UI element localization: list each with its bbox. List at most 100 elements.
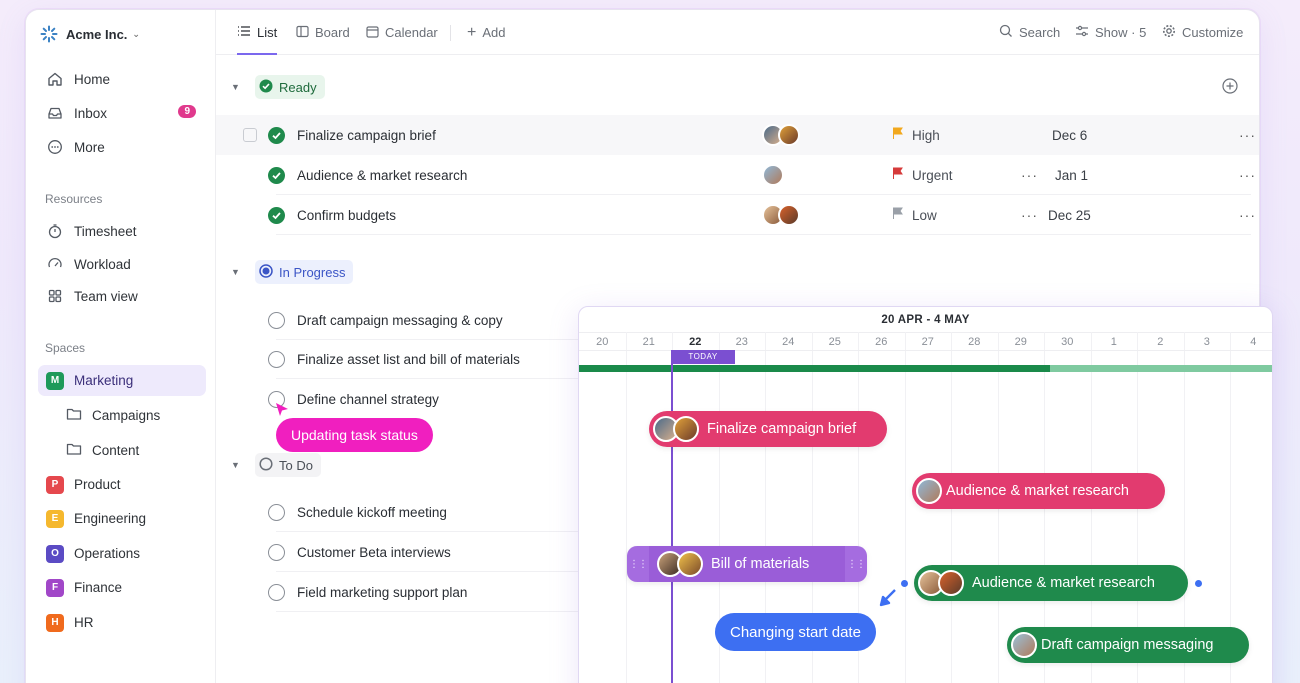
status-open-icon[interactable]: [268, 543, 285, 561]
status-label: In Progress: [279, 264, 346, 280]
status-done-icon[interactable]: [268, 126, 285, 144]
calendar-icon: [366, 25, 379, 41]
drag-handle-icon[interactable]: ⋮⋮: [845, 559, 867, 570]
sidebar-item-workload[interactable]: Workload: [38, 249, 206, 279]
space-avatar: P: [46, 475, 64, 494]
gantt-progress-fill: [579, 365, 1051, 372]
due-date[interactable]: Dec 6: [1052, 128, 1087, 143]
priority[interactable]: Low: [892, 207, 937, 223]
gantt-day-label: 4: [1250, 336, 1257, 348]
gantt-bar[interactable]: Draft campaign messaging: [1007, 627, 1249, 663]
sidebar-item-inbox[interactable]: Inbox 9: [38, 98, 206, 128]
space-avatar: O: [46, 544, 64, 563]
today-marker-line: [671, 350, 673, 683]
sidebar-item-more[interactable]: More: [38, 132, 206, 162]
more-options-icon[interactable]: ···: [1021, 207, 1038, 223]
assignees[interactable]: [762, 124, 800, 146]
gear-icon: [1162, 24, 1176, 41]
gantt-bar[interactable]: Audience & market research: [912, 473, 1165, 509]
task-name[interactable]: Finalize campaign brief: [297, 128, 436, 143]
folder-campaigns[interactable]: Campaigns: [66, 401, 160, 429]
add-task-icon[interactable]: [1222, 78, 1238, 99]
tab-board[interactable]: Board: [296, 10, 350, 55]
tab-calendar[interactable]: Calendar: [366, 10, 438, 55]
status-open-icon[interactable]: [268, 350, 285, 368]
resize-handle-left[interactable]: [901, 580, 908, 587]
gantt-bar[interactable]: Audience & market research: [914, 565, 1188, 601]
status-done-icon[interactable]: [268, 206, 285, 224]
sidebar-item-label: Timesheet: [74, 223, 137, 239]
gantt-bar[interactable]: Finalize campaign brief: [649, 411, 887, 447]
task-name[interactable]: Schedule kickoff meeting: [297, 505, 447, 520]
gantt-bar-dragging[interactable]: ⋮⋮ Bill of materials ⋮⋮: [627, 546, 867, 582]
task-name[interactable]: Draft campaign messaging & copy: [297, 313, 503, 328]
task-name[interactable]: Finalize asset list and bill of material…: [297, 352, 520, 367]
workspace-switcher[interactable]: Acme Inc. ⌄: [40, 24, 140, 44]
more-options-icon[interactable]: ···: [1021, 167, 1038, 183]
search-button[interactable]: Search: [999, 10, 1060, 55]
space-hr[interactable]: H HR: [38, 607, 206, 638]
task-row[interactable]: Finalize campaign brief High Dec 6 ···: [216, 115, 1259, 155]
task-row[interactable]: Confirm budgets Low ··· Dec 25 ···: [216, 195, 1259, 235]
task-name[interactable]: Confirm budgets: [297, 208, 396, 223]
gantt-day-label: 25: [828, 336, 841, 348]
task-checkbox[interactable]: [243, 128, 257, 142]
space-operations[interactable]: O Operations: [38, 538, 206, 569]
resize-handle-right[interactable]: [1195, 580, 1202, 587]
task-name[interactable]: Customer Beta interviews: [297, 545, 451, 560]
avatar: [673, 416, 699, 442]
status-open-icon[interactable]: [268, 583, 285, 601]
customize-button[interactable]: Customize: [1162, 10, 1243, 55]
avatar: [778, 204, 800, 226]
caret-down-icon[interactable]: ▼: [231, 460, 241, 470]
task-name[interactable]: Field marketing support plan: [297, 585, 467, 600]
due-date[interactable]: Jan 1: [1055, 168, 1088, 183]
due-date[interactable]: Dec 25: [1048, 208, 1091, 223]
priority-label: Low: [912, 207, 937, 223]
folder-content[interactable]: Content: [66, 436, 139, 464]
status-open-icon[interactable]: [268, 311, 285, 329]
group-todo-header[interactable]: ▼ To Do: [231, 453, 321, 477]
sidebar-item-team-view[interactable]: Team view: [38, 281, 206, 311]
caret-down-icon[interactable]: ▼: [231, 82, 241, 92]
sidebar-item-timesheet[interactable]: Timesheet: [38, 216, 206, 246]
task-row[interactable]: Audience & market research Urgent ··· Ja…: [216, 155, 1259, 195]
group-in-progress-header[interactable]: ▼ In Progress: [231, 260, 354, 284]
more-options-icon[interactable]: ···: [1239, 167, 1256, 183]
tab-list[interactable]: List: [237, 10, 278, 55]
status-pill-in-progress: In Progress: [255, 260, 354, 284]
group-ready-header[interactable]: ▼ Ready: [231, 75, 325, 99]
space-marketing[interactable]: M Marketing: [38, 365, 206, 396]
more-options-icon[interactable]: ···: [1239, 127, 1256, 143]
gantt-progress-track: [579, 365, 1272, 372]
tab-label: List: [257, 25, 278, 40]
tab-add[interactable]: + Add: [467, 10, 505, 55]
space-finance[interactable]: F Finance: [38, 572, 206, 603]
caret-down-icon[interactable]: ▼: [231, 267, 241, 277]
view-toolbar: List Board Calendar + Add Search Show · …: [216, 10, 1259, 55]
show-label: Show · 5: [1095, 25, 1147, 40]
tab-label: Board: [315, 25, 350, 40]
gantt-bar-label: Finalize campaign brief: [707, 421, 857, 437]
cursor-pointer-icon: [879, 589, 896, 607]
status-open-icon[interactable]: [268, 503, 285, 521]
space-label: Engineering: [74, 511, 147, 526]
assignees[interactable]: [762, 164, 784, 186]
resources-heading: Resources: [45, 192, 103, 206]
flag-icon: [892, 167, 904, 183]
gantt-bar-label: Bill of materials: [711, 556, 810, 572]
task-name[interactable]: Audience & market research: [297, 168, 467, 183]
gantt-day-header: 20 21 22 23 24 25 26 27 28 29 30 1 2 3 4: [579, 332, 1272, 350]
assignees[interactable]: [762, 204, 800, 226]
sidebar-item-home[interactable]: Home: [38, 64, 206, 94]
gantt-column-line: [904, 332, 906, 683]
priority[interactable]: Urgent: [892, 167, 953, 183]
space-engineering[interactable]: E Engineering: [38, 503, 206, 534]
show-button[interactable]: Show · 5: [1075, 10, 1146, 55]
priority[interactable]: High: [892, 127, 940, 143]
more-options-icon[interactable]: ···: [1239, 207, 1256, 223]
drag-handle-icon[interactable]: ⋮⋮: [627, 559, 649, 570]
status-done-icon[interactable]: [268, 166, 285, 184]
task-name[interactable]: Define channel strategy: [297, 392, 439, 407]
space-product[interactable]: P Product: [38, 469, 206, 500]
